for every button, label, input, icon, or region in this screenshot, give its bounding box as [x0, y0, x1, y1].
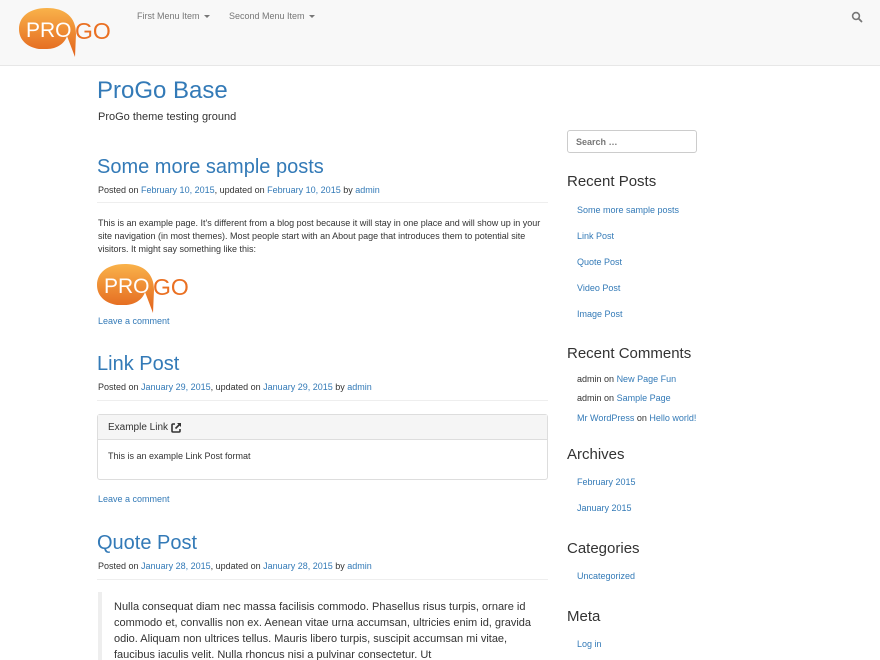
post-updated-date-link[interactable]: January 29, 2015 [263, 382, 333, 392]
post-title[interactable]: Link Post [97, 353, 179, 376]
category-link[interactable]: Uncategorized [577, 571, 635, 581]
post-meta: Posted on February 10, 2015, updated on … [98, 185, 380, 195]
search-icon[interactable] [851, 11, 863, 23]
post-updated-date-link[interactable]: February 10, 2015 [267, 185, 341, 195]
post-title[interactable]: Some more sample posts [97, 156, 324, 179]
comment-author-link[interactable]: Mr WordPress [577, 413, 634, 423]
recent-post-link[interactable]: Link Post [577, 231, 614, 241]
post-meta: Posted on January 29, 2015, updated on J… [98, 382, 372, 392]
divider [97, 579, 548, 580]
post-quote: Nulla consequat diam nec massa facilisis… [98, 592, 548, 660]
comment-post-link[interactable]: New Page Fun [617, 374, 677, 384]
posted-on-label: Posted on [98, 382, 139, 392]
leave-comment-link[interactable]: Leave a comment [98, 494, 170, 504]
nav-second-menu-item[interactable]: Second Menu Item [229, 11, 315, 21]
recent-post-link[interactable]: Video Post [577, 283, 620, 293]
post-date-link[interactable]: January 29, 2015 [141, 382, 211, 392]
post-date-link[interactable]: February 10, 2015 [141, 185, 215, 195]
comment-author: admin [577, 374, 602, 384]
navbar: PRO GO First Menu Item Second Menu Item [0, 0, 880, 66]
nav-first-menu-label: First Menu Item [137, 11, 200, 21]
meta-heading: Meta [567, 608, 601, 625]
caret-down-icon [308, 15, 315, 18]
recent-comment-item: Mr WordPress on Hello world! [577, 413, 696, 423]
svg-text:GO: GO [153, 274, 189, 300]
caret-down-icon [203, 15, 210, 18]
recent-posts-heading: Recent Posts [567, 173, 657, 190]
comment-on-label: on [604, 393, 615, 403]
site-description: ProGo theme testing ground [98, 111, 237, 123]
post-author-link[interactable]: admin [347, 561, 372, 571]
post-updated-date-link[interactable]: January 28, 2015 [263, 561, 333, 571]
updated-on-label: , updated on [214, 185, 265, 195]
post-date-link[interactable]: January 28, 2015 [141, 561, 211, 571]
svg-text:PRO: PRO [104, 275, 150, 298]
post-title[interactable]: Quote Post [97, 532, 197, 555]
recent-post-link[interactable]: Image Post [577, 309, 623, 319]
post-meta: Posted on January 28, 2015, updated on J… [98, 561, 372, 571]
categories-heading: Categories [567, 540, 640, 557]
updated-on-label: , updated on [210, 561, 261, 571]
posted-on-label: Posted on [98, 561, 139, 571]
svg-text:GO: GO [75, 18, 111, 44]
archive-link[interactable]: January 2015 [577, 503, 632, 513]
login-link[interactable]: Log in [577, 639, 602, 649]
recent-post-link[interactable]: Some more sample posts [577, 205, 679, 215]
post-author-link[interactable]: admin [347, 382, 372, 392]
recent-comment-item: admin on Sample Page [577, 393, 671, 403]
quote-clip: Nulla consequat diam nec massa facilisis… [0, 592, 880, 660]
leave-comment-link[interactable]: Leave a comment [98, 316, 170, 326]
recent-post-link[interactable]: Quote Post [577, 257, 622, 267]
link-panel: Example Link This is an example Link Pos… [97, 414, 548, 480]
link-panel-body: This is an example Link Post format [108, 451, 251, 461]
recent-comment-item: admin on New Page Fun [577, 374, 676, 384]
post-body: This is an example page. It's different … [98, 218, 541, 254]
comment-on-label: on [636, 413, 647, 423]
nav-second-menu-label: Second Menu Item [229, 11, 305, 21]
by-label: by [343, 185, 353, 195]
post-progo-logo-image: PRO GO [97, 264, 189, 313]
link-panel-heading[interactable]: Example Link [98, 415, 547, 440]
progo-logo[interactable]: PRO GO [19, 4, 119, 60]
link-panel-title: Example Link [108, 421, 169, 433]
site-title[interactable]: ProGo Base [97, 77, 228, 105]
posted-on-label: Posted on [98, 185, 139, 195]
post-author-link[interactable]: admin [355, 185, 380, 195]
archive-link[interactable]: February 2015 [577, 477, 636, 487]
comment-post-link[interactable]: Hello world! [649, 413, 696, 423]
archives-heading: Archives [567, 446, 625, 463]
divider [97, 400, 548, 401]
comment-on-label: on [604, 374, 615, 384]
comment-post-link[interactable]: Sample Page [617, 393, 671, 403]
divider [97, 202, 548, 203]
comment-author: admin [577, 393, 602, 403]
svg-text:PRO: PRO [26, 19, 72, 42]
by-label: by [335, 382, 345, 392]
sidebar-search-input[interactable] [567, 130, 697, 153]
by-label: by [335, 561, 345, 571]
nav-first-menu-item[interactable]: First Menu Item [137, 11, 210, 21]
recent-comments-heading: Recent Comments [567, 345, 692, 362]
updated-on-label: , updated on [210, 382, 261, 392]
external-link-icon [171, 422, 182, 433]
